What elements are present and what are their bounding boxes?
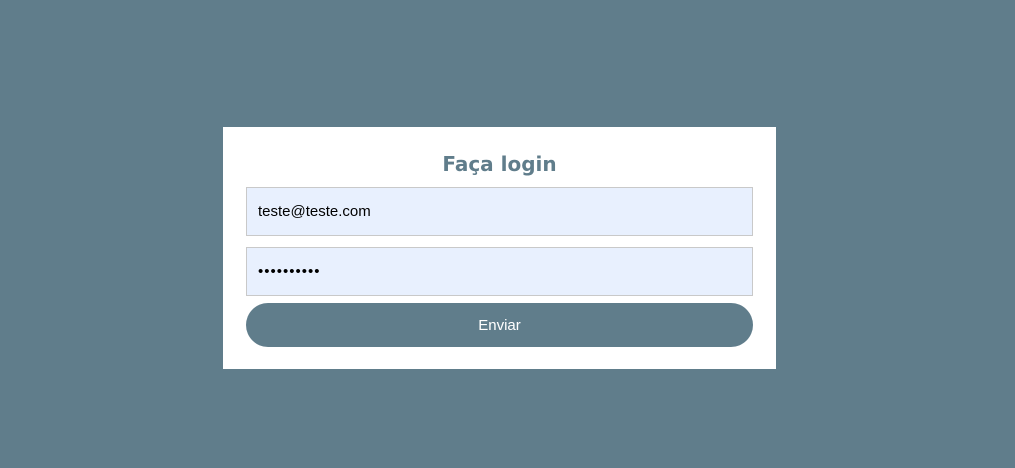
submit-button[interactable]: Enviar bbox=[246, 303, 753, 347]
password-input[interactable] bbox=[246, 247, 753, 296]
login-title: Faça login bbox=[442, 152, 557, 176]
login-card: Faça login Enviar bbox=[223, 127, 776, 369]
email-input[interactable] bbox=[246, 187, 753, 236]
